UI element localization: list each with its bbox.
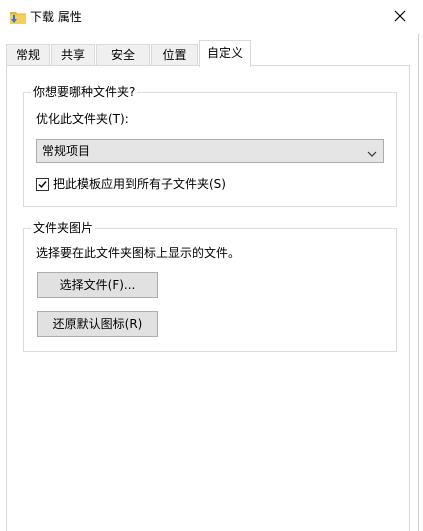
folder-picture-group: 文件夹图片 选择要在此文件夹图标上显示的文件。 选择文件(F)... 还原默认图… <box>23 220 397 352</box>
window-edge <box>418 34 419 531</box>
folder-type-group-legend: 你想要哪种文件夹? <box>31 84 138 100</box>
tab-general[interactable]: 常规 <box>6 44 50 65</box>
title-bar: 下载 属性 <box>0 0 423 34</box>
window-title: 下载 属性 <box>30 10 82 24</box>
tab-sharing[interactable]: 共享 <box>51 44 95 65</box>
optimize-select[interactable]: 常规项目 <box>36 139 384 163</box>
folder-picture-description: 选择要在此文件夹图标上显示的文件。 <box>36 246 241 260</box>
folder-picture-group-legend: 文件夹图片 <box>31 220 96 236</box>
folder-download-icon <box>10 10 26 24</box>
choose-file-button[interactable]: 选择文件(F)... <box>37 272 158 298</box>
chevron-down-icon <box>367 147 377 157</box>
apply-to-subfolders-checkbox[interactable] <box>36 178 49 191</box>
optimize-select-value: 常规项目 <box>42 144 91 158</box>
tab-panel-customize: 你想要哪种文件夹? 优化此文件夹(T): 常规项目 把此模板应用到所有子文件夹(… <box>6 65 410 531</box>
apply-to-subfolders-label[interactable]: 把此模板应用到所有子文件夹(S) <box>53 176 226 192</box>
tab-customize[interactable]: 自定义 <box>199 40 251 67</box>
folder-type-group: 你想要哪种文件夹? 优化此文件夹(T): 常规项目 把此模板应用到所有子文件夹(… <box>23 84 397 207</box>
tab-location[interactable]: 位置 <box>151 44 198 65</box>
restore-default-icon-button[interactable]: 还原默认图标(R) <box>37 311 158 337</box>
close-button[interactable] <box>377 0 423 34</box>
close-icon <box>394 10 406 25</box>
tab-security[interactable]: 安全 <box>96 44 150 65</box>
optimize-label: 优化此文件夹(T): <box>36 112 129 126</box>
